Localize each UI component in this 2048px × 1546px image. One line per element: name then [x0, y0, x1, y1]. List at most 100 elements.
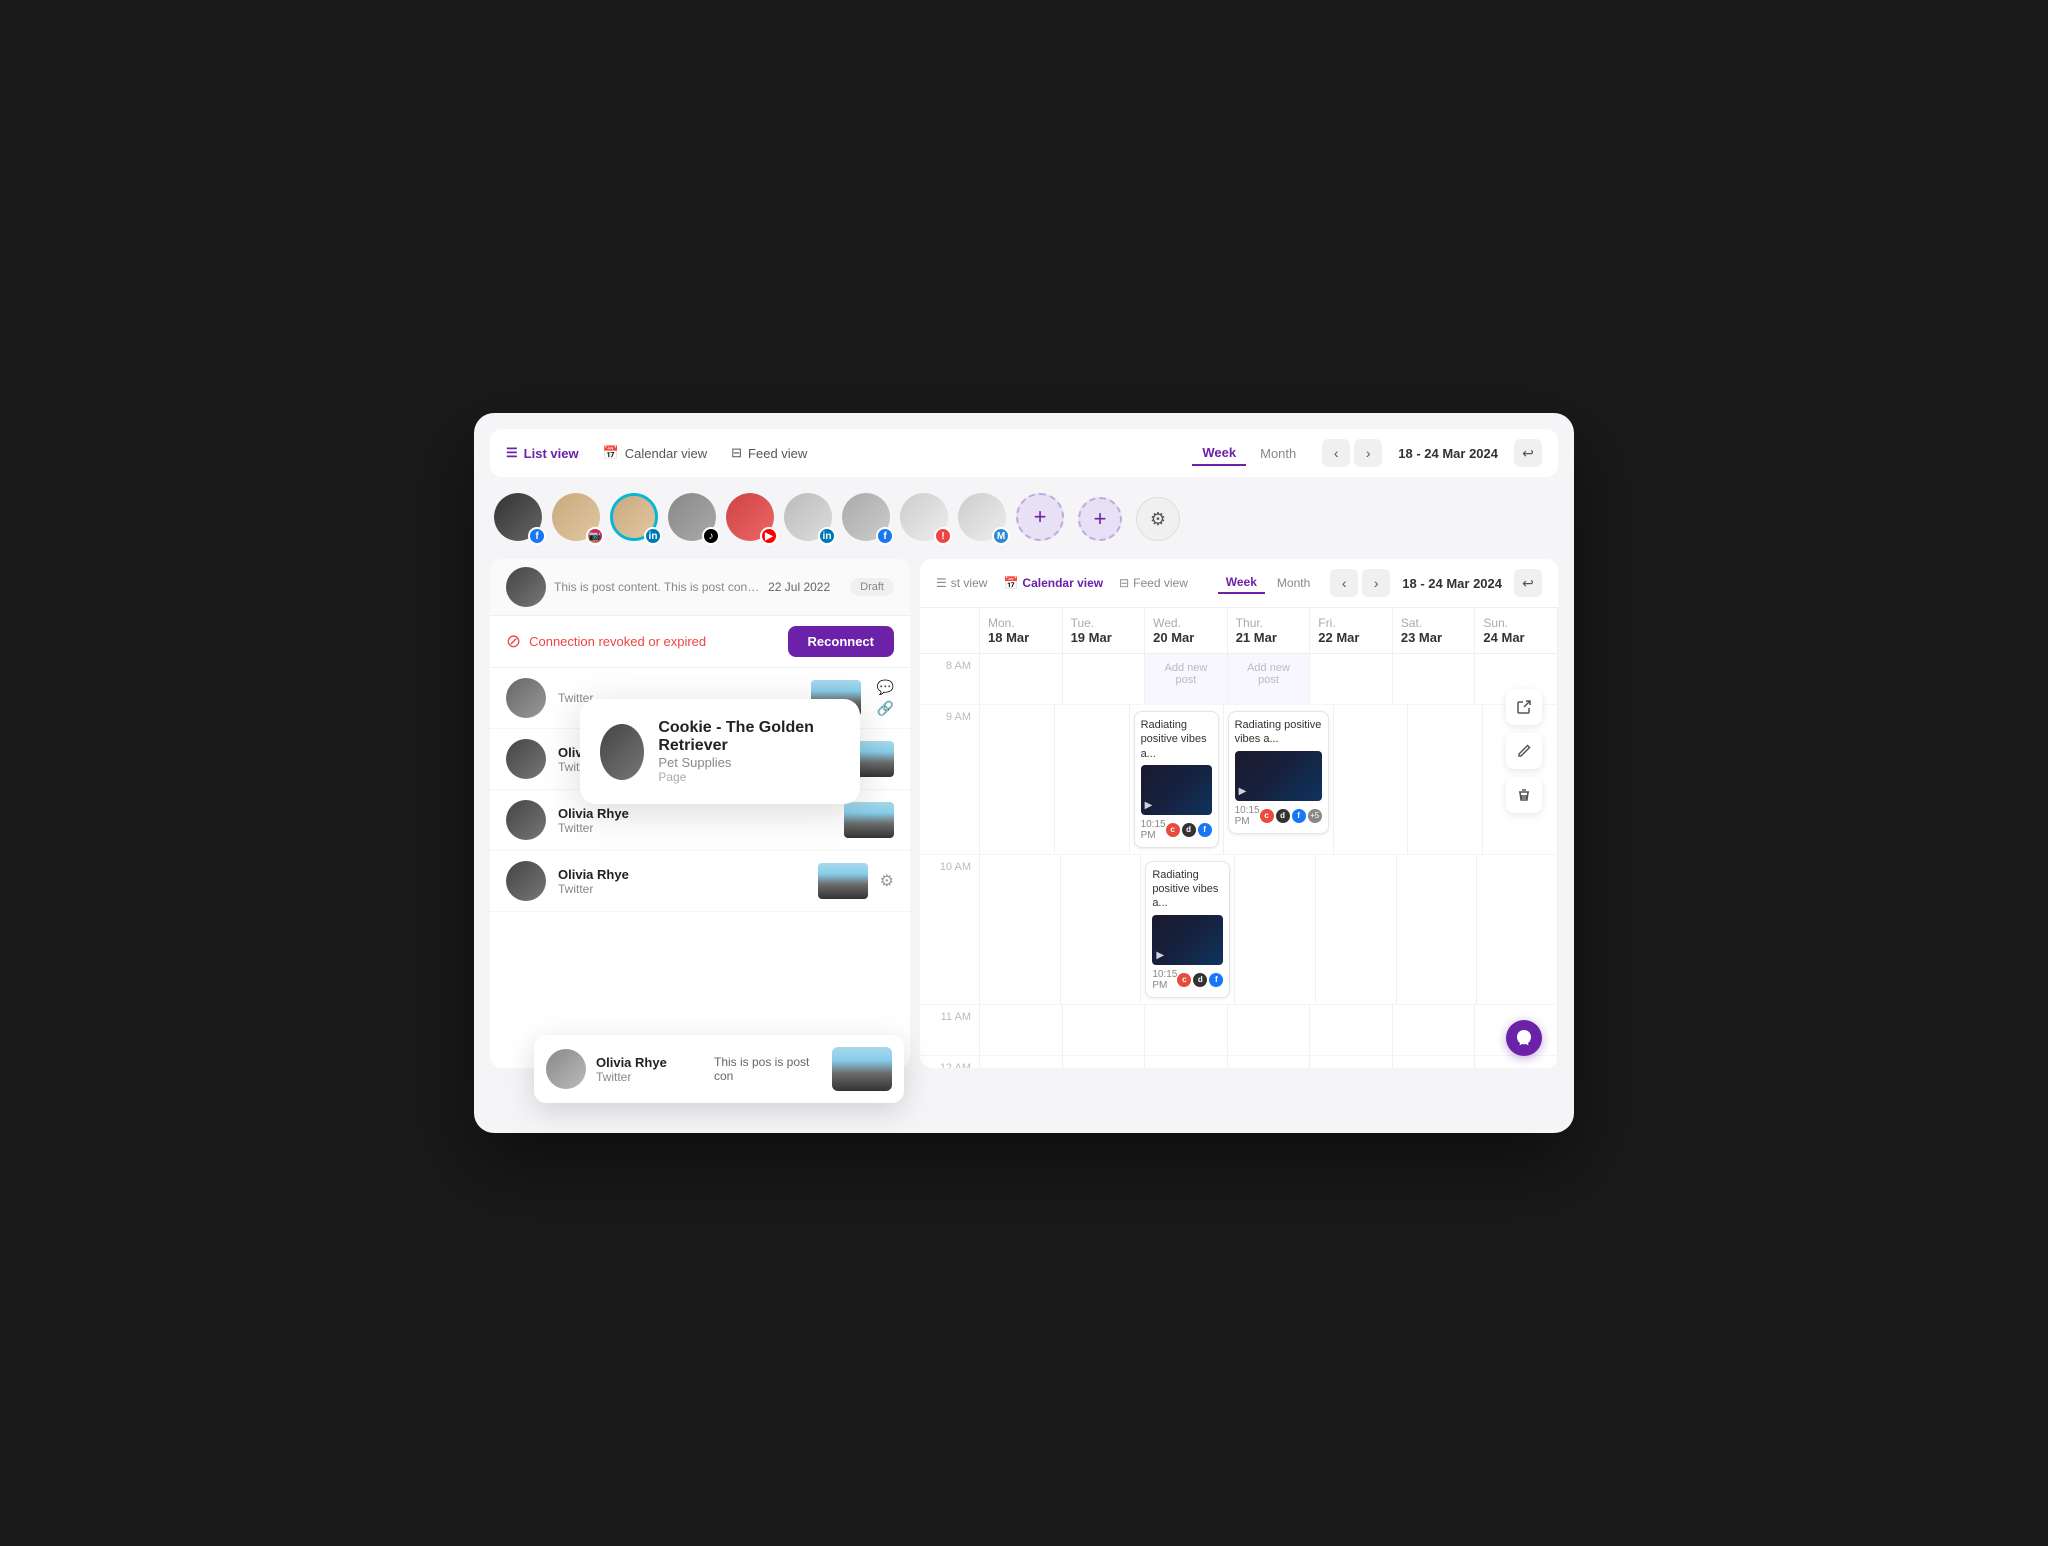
cal-cell-sat-11[interactable] [1393, 1005, 1476, 1055]
next-arrow-btn[interactable]: › [1354, 439, 1382, 467]
account-card: Cookie - The Golden Retriever Pet Suppli… [580, 699, 860, 804]
cal-views: ☰ st view 📅 Calendar view ⊟ Feed view [936, 576, 1188, 590]
reconnect-btn[interactable]: Reconnect [788, 626, 894, 657]
cal-post-thumb-thu [1235, 751, 1322, 801]
avatar-item[interactable]: in [610, 493, 662, 545]
avatar-item[interactable]: ♪ [668, 493, 720, 545]
settings-btn[interactable]: ⚙ [1136, 497, 1180, 541]
cal-cell-sun-12[interactable] [1475, 1056, 1558, 1068]
cal-cell-sat-8[interactable] [1393, 654, 1476, 704]
cal-cell-fri-9[interactable] [1334, 705, 1409, 854]
avatar-item[interactable]: ! [900, 493, 952, 545]
cal-cell-tue-9[interactable] [1055, 705, 1130, 854]
edit-btn[interactable] [1506, 733, 1542, 769]
cal-refresh-btn[interactable]: ↩ [1514, 569, 1542, 597]
month-toggle-btn[interactable]: Month [1250, 442, 1306, 465]
cal-cell-mon-11[interactable] [980, 1005, 1063, 1055]
cal-cell-fri-10[interactable] [1316, 855, 1397, 1004]
cal-cell-wed-12[interactable] [1145, 1056, 1228, 1068]
alert-icon: ⊘ [506, 631, 521, 652]
cal-post-card-thu[interactable]: Radiating positive vibes a... 10:15 PM c… [1228, 711, 1329, 834]
cal-prev-btn[interactable]: ‹ [1330, 569, 1358, 597]
cal-row-8am: 8 AM Add new post Add new post [920, 654, 1558, 705]
draft-badge: Draft [850, 578, 894, 596]
avatar-item[interactable]: f [842, 493, 894, 545]
avatar-item[interactable]: f [494, 493, 546, 545]
toolbar-right: Week Month ‹ › 18 - 24 Mar 2024 ↩ [1192, 439, 1542, 467]
cal-row-9am: 9 AM Radiating positive vibes a... 10:15… [920, 705, 1558, 855]
cal-next-btn[interactable]: › [1362, 569, 1390, 597]
cal-cell-wed-8[interactable]: Add new post [1145, 654, 1228, 704]
cal-cell-mon-12[interactable] [980, 1056, 1063, 1068]
cal-cell-thu-9[interactable]: Radiating positive vibes a... 10:15 PM c… [1224, 705, 1334, 854]
calendar-view-btn[interactable]: 📅 Calendar view [603, 445, 708, 461]
cal-toolbar: ☰ st view 📅 Calendar view ⊟ Feed view We… [920, 559, 1558, 608]
cal-cell-sat-10[interactable] [1397, 855, 1478, 1004]
cal-cell-tue-11[interactable] [1063, 1005, 1146, 1055]
cal-cell-sun-10[interactable] [1477, 855, 1558, 1004]
right-action-btns [1506, 689, 1542, 813]
cal-cell-fri-11[interactable] [1310, 1005, 1393, 1055]
cal-cell-sat-12[interactable] [1393, 1056, 1476, 1068]
cal-cell-thu-12[interactable] [1228, 1056, 1311, 1068]
prev-arrow-btn[interactable]: ‹ [1322, 439, 1350, 467]
instagram-badge: 📷 [586, 527, 604, 545]
add-avatar-btn[interactable]: + [1016, 493, 1068, 545]
cal-cell-mon-10[interactable] [980, 855, 1061, 1004]
cal-calendar-view-btn[interactable]: 📅 Calendar view [1003, 576, 1103, 590]
cal-cell-sun-11[interactable] [1475, 1005, 1558, 1055]
cal-month-btn[interactable]: Month [1269, 572, 1318, 594]
cal-day-header-mon: Mon. 18 Mar [980, 608, 1063, 653]
list-platform: Twitter [558, 882, 806, 896]
social-dot-c2: c [1260, 809, 1274, 823]
alert-left: ⊘ Connection revoked or expired [506, 631, 706, 652]
feed-view-btn[interactable]: ⊟ Feed view [731, 445, 807, 461]
cal-cell-thu-8[interactable]: Add new post [1228, 654, 1311, 704]
list-info: Olivia Rhye Twitter [558, 867, 806, 896]
cal-cell-fri-8[interactable] [1310, 654, 1393, 704]
avatar-item[interactable]: ▶ [726, 493, 778, 545]
list-table-header: This is post content. This is post conte… [490, 559, 910, 616]
cal-cell-tue-10[interactable] [1061, 855, 1142, 1004]
cal-post-card[interactable]: Radiating positive vibes a... 10:15 PM c… [1134, 711, 1219, 848]
list-item[interactable]: Olivia Rhye Twitter ⚙ [490, 851, 910, 912]
gear-icon[interactable]: ⚙ [880, 871, 894, 891]
list-view-btn[interactable]: ☰ List view [506, 445, 579, 461]
refresh-btn[interactable]: ↩ [1514, 439, 1542, 467]
cal-cell-fri-12[interactable] [1310, 1056, 1393, 1068]
list-avatar [506, 678, 546, 718]
cal-cell-mon-9[interactable] [980, 705, 1055, 854]
cal-cell-wed-10[interactable]: Radiating positive vibes a... 10:15 PM c… [1141, 855, 1235, 1004]
cal-week-btn[interactable]: Week [1218, 572, 1265, 594]
cal-right: Week Month ‹ › 18 - 24 Mar 2024 ↩ [1218, 569, 1542, 597]
cal-cell-thu-10[interactable] [1235, 855, 1316, 1004]
floating-thumb [832, 1047, 892, 1091]
avatar-item[interactable]: 📷 [552, 493, 604, 545]
cal-cell-wed-11[interactable] [1145, 1005, 1228, 1055]
cal-week-month: Week Month [1218, 572, 1319, 594]
linkedin-badge-2: in [818, 527, 836, 545]
cal-day-header-wed: Wed. 20 Mar [1145, 608, 1228, 653]
cal-cell-tue-8[interactable] [1063, 654, 1146, 704]
cal-post-time: 10:15 PM [1141, 819, 1166, 841]
cal-feed-view-btn[interactable]: ⊟ Feed view [1119, 576, 1188, 590]
cal-list-view-btn[interactable]: ☰ st view [936, 576, 987, 590]
cal-cell-sat-9[interactable] [1408, 705, 1483, 854]
cal-post-card-wed10[interactable]: Radiating positive vibes a... 10:15 PM c… [1145, 861, 1230, 998]
avatar-item[interactable]: M [958, 493, 1010, 545]
cal-cell-wed-9[interactable]: Radiating positive vibes a... 10:15 PM c… [1130, 705, 1224, 854]
add-post-ghost-thu[interactable]: Add new post [1232, 658, 1306, 690]
link-icon[interactable]: 🔗 [877, 700, 894, 717]
facebook-badge-2: f [876, 527, 894, 545]
add-post-ghost[interactable]: Add new post [1149, 658, 1223, 690]
cal-cell-tue-12[interactable] [1063, 1056, 1146, 1068]
external-link-btn[interactable] [1506, 689, 1542, 725]
avatar-item[interactable]: in [784, 493, 836, 545]
list-avatar [506, 739, 546, 779]
message-icon[interactable]: 💬 [877, 679, 894, 696]
cal-cell-mon-8[interactable] [980, 654, 1063, 704]
cal-cell-thu-11[interactable] [1228, 1005, 1311, 1055]
delete-btn[interactable] [1506, 777, 1542, 813]
week-toggle-btn[interactable]: Week [1192, 441, 1246, 466]
add-social-btn[interactable]: + [1078, 497, 1122, 541]
